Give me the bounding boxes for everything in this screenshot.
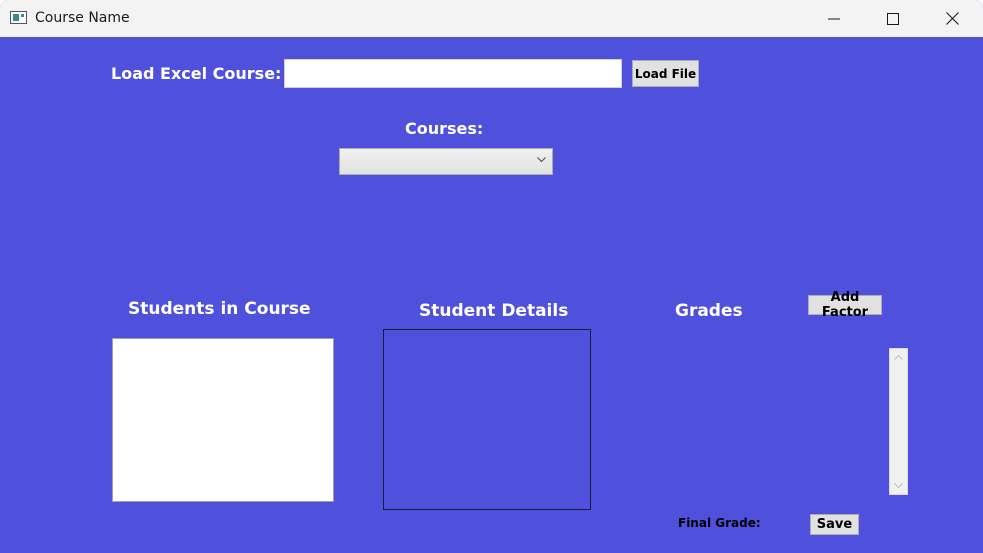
maximize-button[interactable] bbox=[870, 0, 916, 37]
student-details-panel bbox=[383, 329, 591, 510]
minimize-icon bbox=[828, 18, 840, 19]
file-path-input[interactable] bbox=[284, 59, 622, 88]
grades-scrollbar[interactable] bbox=[889, 348, 908, 495]
students-in-course-label: Students in Course bbox=[128, 299, 311, 319]
scroll-up-button[interactable] bbox=[890, 349, 907, 366]
app-window: Course Name Load Excel Course: Load File… bbox=[0, 0, 983, 553]
courses-dropdown[interactable] bbox=[339, 148, 553, 175]
minimize-button[interactable] bbox=[811, 0, 857, 37]
close-icon bbox=[945, 12, 959, 25]
app-icon bbox=[10, 11, 27, 24]
grades-label: Grades bbox=[675, 301, 743, 321]
close-button[interactable] bbox=[929, 0, 975, 37]
maximize-icon bbox=[887, 12, 899, 25]
window-title: Course Name bbox=[35, 10, 130, 26]
scroll-down-button[interactable] bbox=[890, 477, 907, 494]
load-excel-course-label: Load Excel Course: bbox=[111, 64, 282, 83]
students-list[interactable] bbox=[112, 338, 334, 502]
chevron-up-icon bbox=[894, 355, 903, 360]
chevron-down-icon bbox=[537, 157, 546, 163]
final-grade-label: Final Grade: bbox=[678, 516, 761, 530]
title-bar[interactable]: Course Name bbox=[0, 0, 983, 37]
chevron-down-icon bbox=[894, 483, 903, 488]
courses-label: Courses: bbox=[405, 119, 484, 138]
student-details-label: Student Details bbox=[419, 301, 569, 321]
save-button[interactable]: Save bbox=[810, 514, 859, 535]
add-factor-button[interactable]: Add Factor bbox=[808, 290, 882, 320]
load-file-button[interactable]: Load File bbox=[632, 60, 699, 87]
